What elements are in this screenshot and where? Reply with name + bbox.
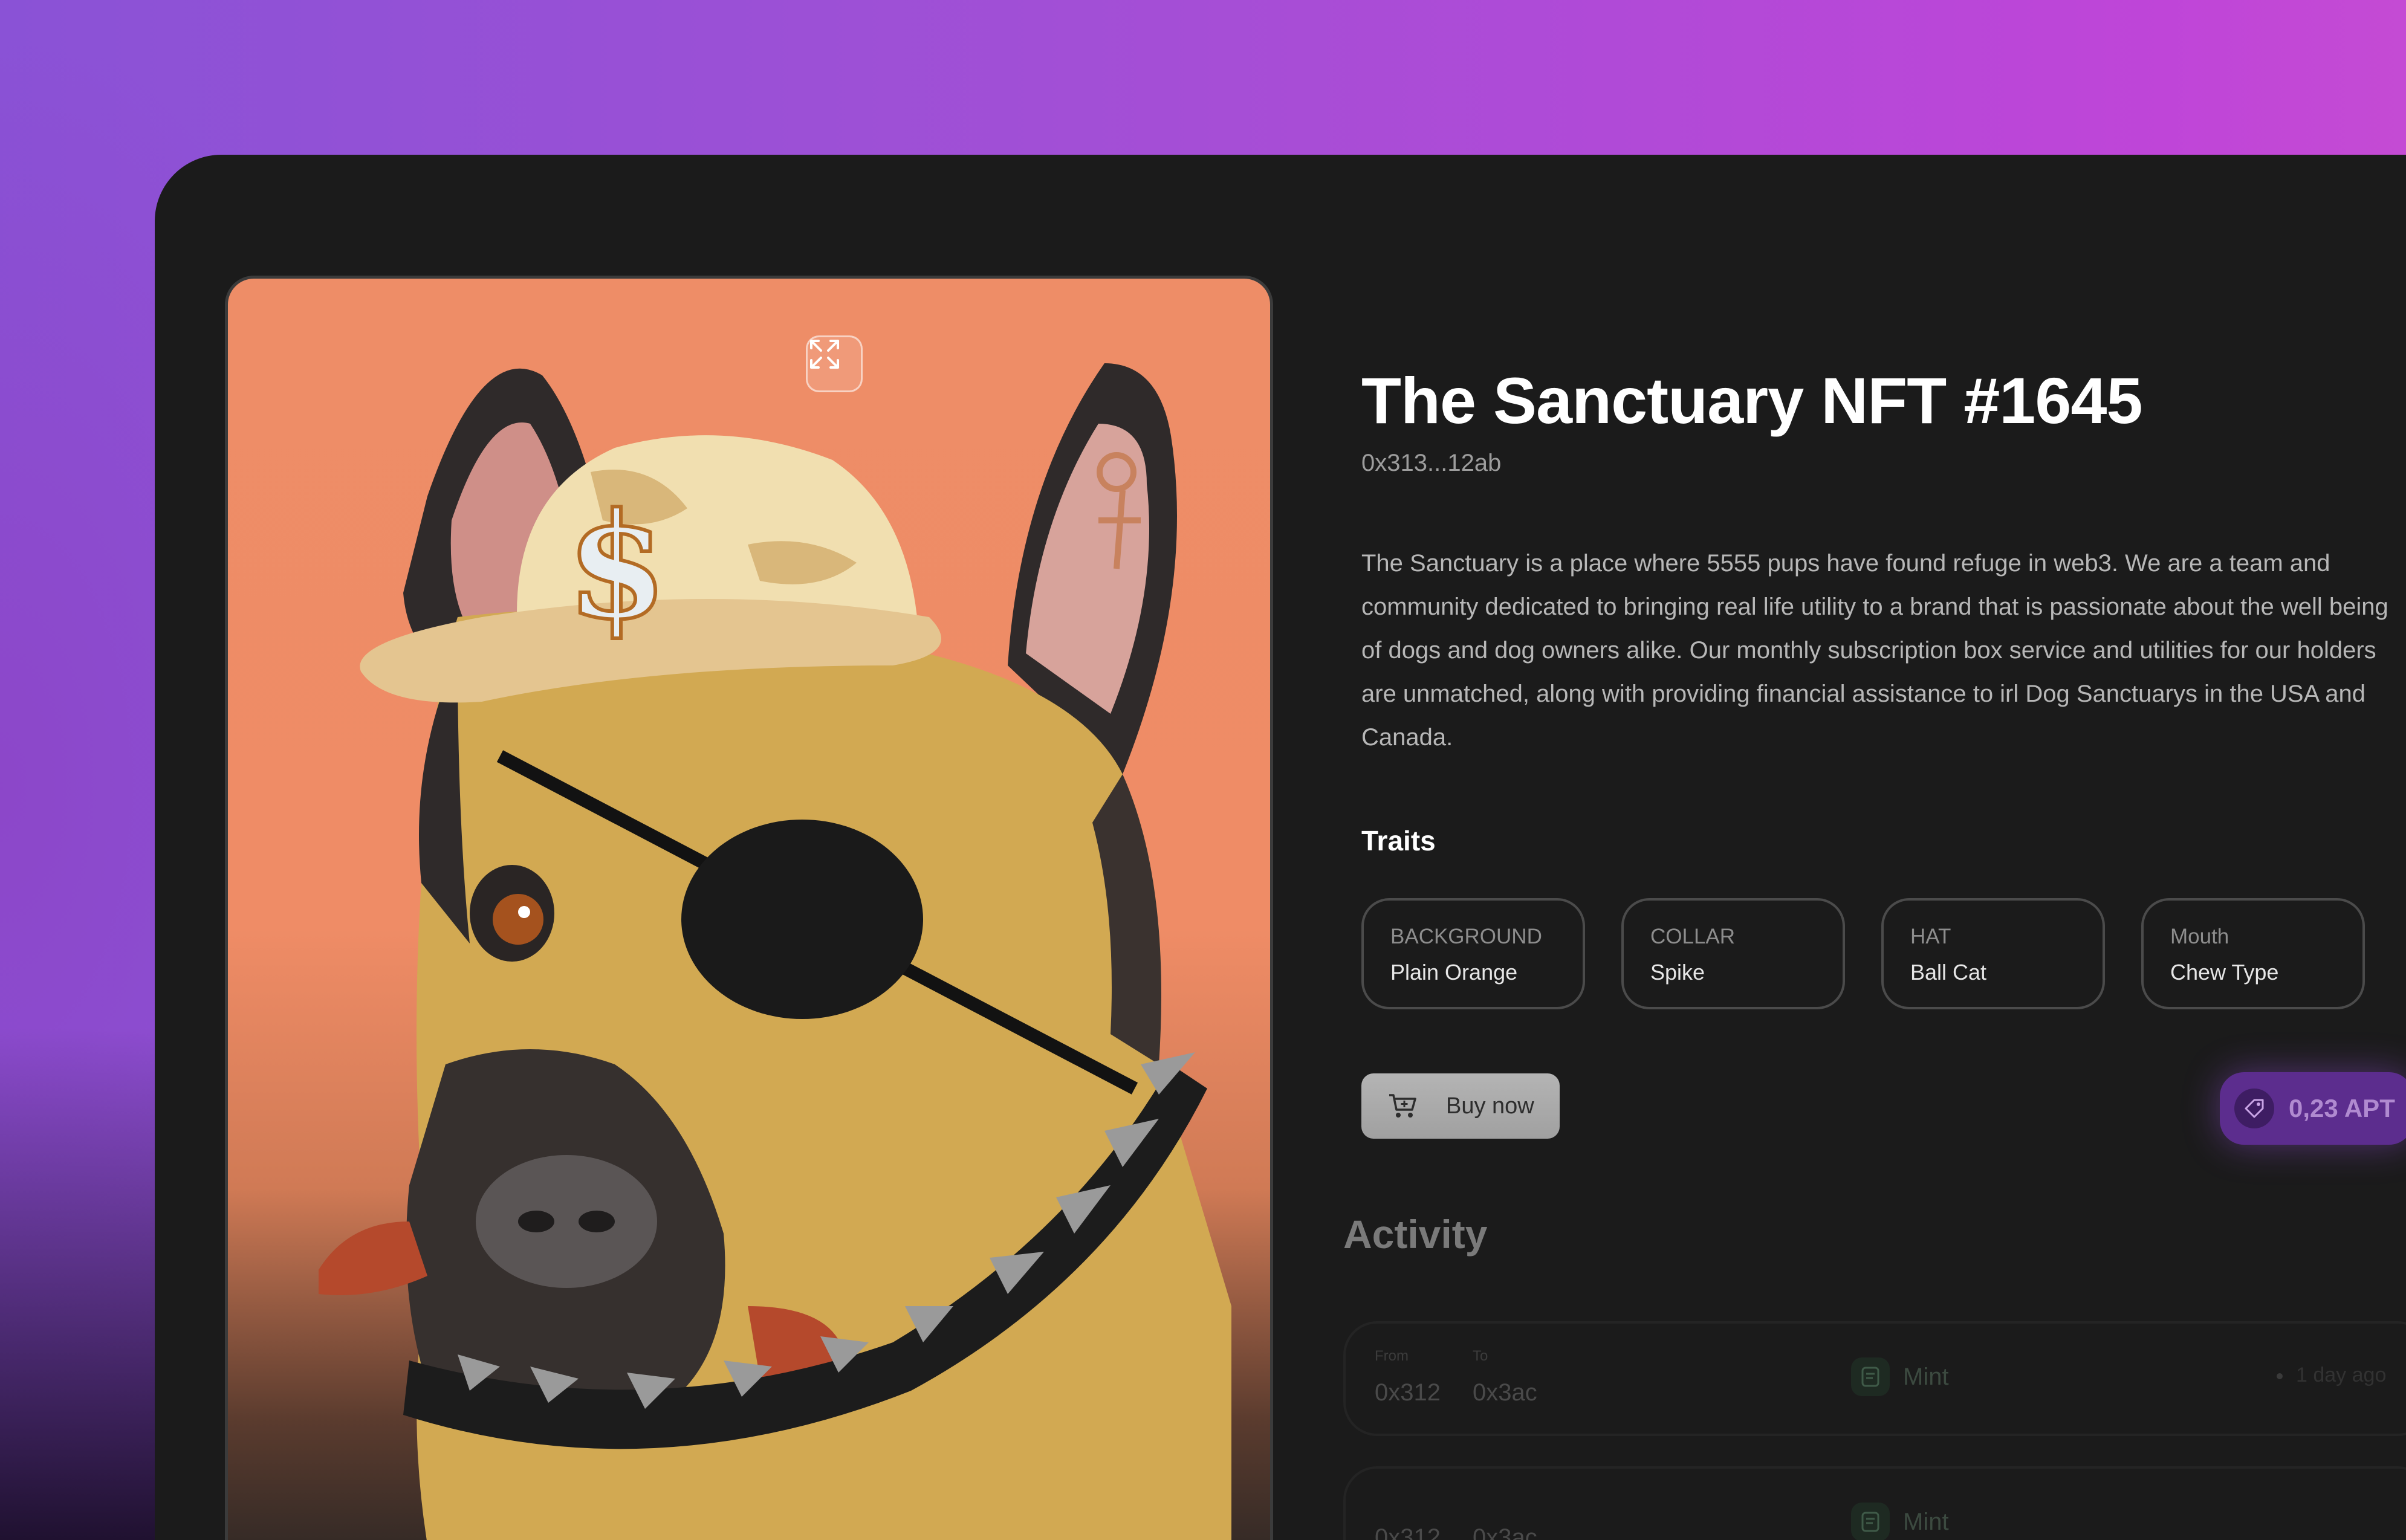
nft-artwork[interactable]: $ [225, 276, 1273, 1540]
trait-label: HAT [1910, 925, 1951, 948]
price-value: 0,23 APT [2289, 1094, 2395, 1122]
event-label: Mint [1903, 1363, 1949, 1390]
dollar-emblem: $ [566, 481, 667, 652]
to-address: 0x3ac [1473, 1379, 1537, 1406]
document-icon [1851, 1503, 1890, 1540]
dog-illustration: $ [319, 363, 1231, 1540]
from-address: 0x312 [1375, 1524, 1441, 1540]
nft-title: The Sanctuary NFT #1645 [1361, 364, 2143, 437]
traits-list: BACKGROUND Plain Orange COLLAR Spike HAT… [1361, 898, 2406, 1013]
tag-icon [2234, 1089, 2274, 1128]
traits-heading: Traits [1361, 825, 1436, 856]
nose [476, 1155, 657, 1288]
expand-button[interactable] [806, 335, 863, 392]
status-dot [2277, 1373, 2283, 1380]
buy-now-button[interactable]: Buy now [1361, 1073, 1560, 1139]
to-address: 0x3ac [1473, 1524, 1537, 1540]
activity-heading: Activity [1343, 1212, 1488, 1257]
trait-value: Plain Orange [1390, 960, 1518, 985]
trait-hat[interactable]: HAT Ball Cat [1881, 898, 2105, 1009]
event-time: 1 day ago [2277, 1364, 2386, 1387]
price-badge: 0,23 APT [2220, 1072, 2406, 1145]
from-address: 0x312 [1375, 1379, 1441, 1406]
nft-info: The Sanctuary NFT #1645 0x313...12ab The… [1343, 155, 2406, 1540]
trait-label: COLLAR [1650, 925, 1736, 948]
eye [493, 894, 543, 945]
event-type: Mint [1851, 1357, 1949, 1396]
from-label: From [1375, 1348, 1409, 1364]
trait-mouth[interactable]: Mouth Chew Type [2141, 898, 2365, 1009]
cart-icon [1389, 1094, 1416, 1118]
trait-background[interactable]: BACKGROUND Plain Orange [1361, 898, 1585, 1009]
activity-row[interactable]: 0x312 0x3ac Mint [1343, 1466, 2406, 1540]
trait-value: Spike [1650, 960, 1705, 985]
buy-now-label: Buy now [1446, 1093, 1534, 1119]
document-icon [1851, 1357, 1890, 1396]
trait-label: BACKGROUND [1390, 925, 1542, 948]
event-type: Mint [1851, 1503, 1949, 1540]
eyepatch [681, 820, 923, 1019]
to-label: To [1473, 1348, 1488, 1364]
event-label: Mint [1903, 1508, 1949, 1535]
trait-value: Chew Type [2170, 960, 2279, 985]
owner-address[interactable]: 0x313...12ab [1361, 450, 1501, 477]
activity-row[interactable]: From To 0x312 0x3ac Mint 1 day ago [1343, 1321, 2406, 1436]
trait-label: Mouth [2170, 925, 2229, 948]
expand-arrows-icon [810, 340, 839, 369]
trait-value: Ball Cat [1910, 960, 1987, 985]
trait-collar[interactable]: COLLAR Spike [1621, 898, 1845, 1009]
nft-description: The Sanctuary is a place where 5555 pups… [1361, 550, 2388, 751]
nft-detail-panel: $ The Sanctuary NFT #1645 0x313...12ab T… [155, 155, 2406, 1540]
event-time-text: 1 day ago [2296, 1364, 2387, 1386]
